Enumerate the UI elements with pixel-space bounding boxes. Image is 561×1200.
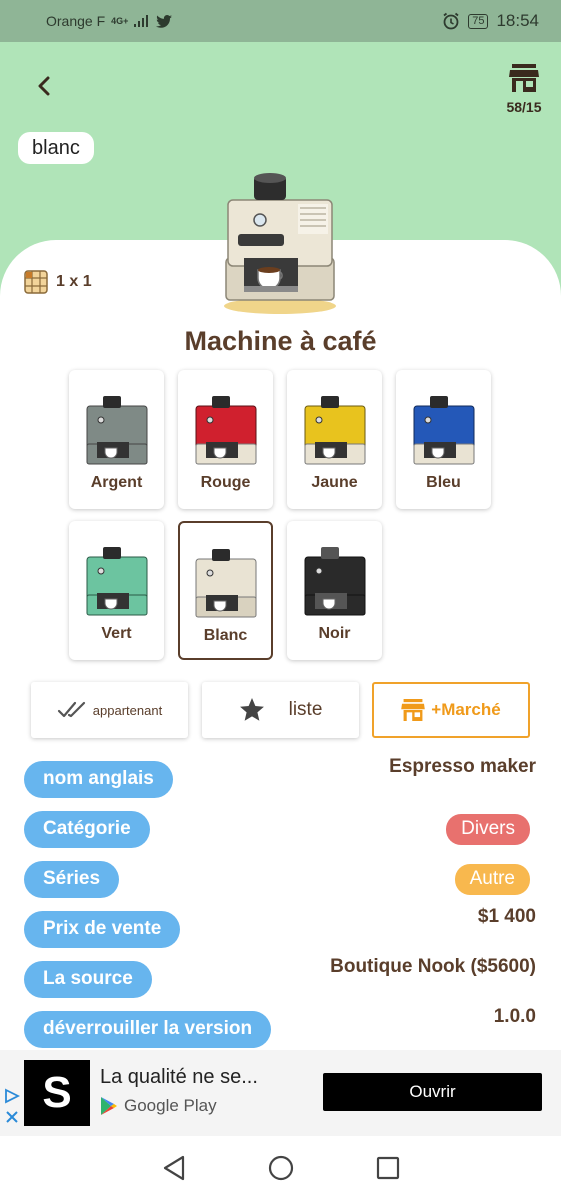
market-label: +Marché bbox=[431, 700, 501, 719]
variant-jaune[interactable]: Jaune bbox=[287, 370, 382, 509]
google-play-icon bbox=[101, 1097, 117, 1115]
variant-argent[interactable]: Argent bbox=[69, 370, 164, 509]
detail-value: Espresso maker bbox=[389, 756, 536, 777]
back-button[interactable] bbox=[28, 70, 60, 102]
espresso-machine-icon bbox=[86, 396, 147, 465]
double-check-icon bbox=[57, 701, 85, 718]
item-image bbox=[224, 173, 336, 314]
detail-row-series: Séries Autre bbox=[24, 860, 536, 898]
recents-square-icon[interactable] bbox=[376, 1156, 400, 1180]
detail-value: $1 400 bbox=[477, 906, 536, 927]
variant-label: Noir bbox=[318, 625, 351, 642]
signal-icon bbox=[134, 15, 149, 27]
system-nav-bar bbox=[0, 1136, 561, 1200]
ad-store: Google Play bbox=[100, 1096, 217, 1116]
chevron-left-icon bbox=[38, 76, 50, 96]
star-icon bbox=[239, 697, 264, 721]
owned-label: appartenant bbox=[92, 702, 163, 718]
detail-key: Catégorie bbox=[24, 810, 150, 848]
espresso-machine-icon bbox=[195, 396, 256, 465]
network-type: 4G+ bbox=[111, 15, 129, 26]
owned-button[interactable]: appartenant bbox=[31, 682, 188, 738]
detail-row-version: déverrouiller la version 1.0.0 bbox=[24, 1006, 536, 1048]
espresso-machine-icon bbox=[413, 396, 474, 465]
variant-label: Vert bbox=[101, 625, 132, 642]
series-tag: Autre bbox=[454, 863, 530, 895]
espresso-machine-icon bbox=[195, 549, 256, 618]
variant-chip: blanc bbox=[18, 132, 94, 164]
variant-blanc[interactable]: Blanc bbox=[178, 521, 273, 660]
ad-store-label: Google Play bbox=[124, 1096, 217, 1115]
home-circle-icon[interactable] bbox=[268, 1155, 294, 1181]
ad-choices[interactable] bbox=[4, 1088, 22, 1130]
espresso-machine-icon bbox=[86, 547, 147, 616]
alarm-icon bbox=[443, 12, 459, 30]
clock: 18:54 bbox=[496, 11, 539, 30]
shop-counter[interactable]: 58/15 bbox=[499, 64, 549, 115]
item-size-label: 1 x 1 bbox=[56, 273, 92, 290]
variant-label: Argent bbox=[90, 474, 143, 491]
detail-key: déverrouiller la version bbox=[24, 1010, 272, 1048]
ad-logo: S bbox=[24, 1060, 90, 1126]
twitter-icon bbox=[156, 14, 173, 28]
variant-rouge[interactable]: Rouge bbox=[178, 370, 273, 509]
wishlist-label: liste bbox=[288, 699, 323, 720]
variant-noir[interactable]: Noir bbox=[287, 521, 382, 660]
close-icon[interactable] bbox=[4, 1109, 20, 1125]
detail-value: Boutique Nook ($5600) bbox=[330, 956, 536, 977]
detail-row-category: Catégorie Divers bbox=[24, 810, 536, 848]
detail-value: 1.0.0 bbox=[493, 1006, 536, 1027]
shop-icon bbox=[401, 699, 426, 721]
ad-banner[interactable]: S La qualité ne se... Google Play Ouvrir bbox=[0, 1050, 561, 1136]
detail-key: nom anglais bbox=[24, 760, 173, 798]
status-bar: Orange F 4G+ 75 18:54 bbox=[0, 0, 561, 42]
ad-open-button[interactable]: Ouvrir bbox=[323, 1073, 542, 1111]
detail-row-sell-price: Prix de vente $1 400 bbox=[24, 906, 536, 948]
back-triangle-icon[interactable] bbox=[161, 1155, 187, 1181]
espresso-machine-icon bbox=[304, 396, 365, 465]
variant-bleu[interactable]: Bleu bbox=[396, 370, 491, 509]
variant-label: Jaune bbox=[311, 474, 358, 491]
detail-key: Séries bbox=[24, 860, 120, 898]
variant-label: Rouge bbox=[200, 474, 251, 491]
carrier-info: Orange F 4G+ bbox=[46, 13, 173, 29]
market-button[interactable]: +Marché bbox=[372, 682, 530, 738]
item-size: 1 x 1 bbox=[24, 270, 92, 294]
variant-label: Bleu bbox=[426, 474, 461, 491]
wishlist-button[interactable]: liste bbox=[202, 682, 359, 738]
detail-row-english-name: nom anglais Espresso maker bbox=[24, 756, 536, 798]
category-tag: Divers bbox=[446, 813, 530, 845]
battery-indicator: 75 bbox=[468, 13, 489, 29]
adchoices-icon bbox=[5, 1088, 21, 1104]
grid-size-icon bbox=[24, 270, 48, 294]
variant-label: Blanc bbox=[203, 627, 248, 644]
shop-icon bbox=[509, 64, 539, 92]
carrier-name: Orange F bbox=[46, 13, 106, 29]
detail-key: Prix de vente bbox=[24, 910, 181, 948]
detail-key: La source bbox=[24, 960, 152, 998]
item-name: Machine à café bbox=[184, 326, 377, 356]
detail-row-source: La source Boutique Nook ($5600) bbox=[24, 956, 536, 998]
variant-vert[interactable]: Vert bbox=[69, 521, 164, 660]
ad-title: La qualité ne se... bbox=[100, 1066, 258, 1088]
shop-count: 58/15 bbox=[506, 99, 542, 115]
espresso-machine-icon bbox=[304, 547, 365, 616]
